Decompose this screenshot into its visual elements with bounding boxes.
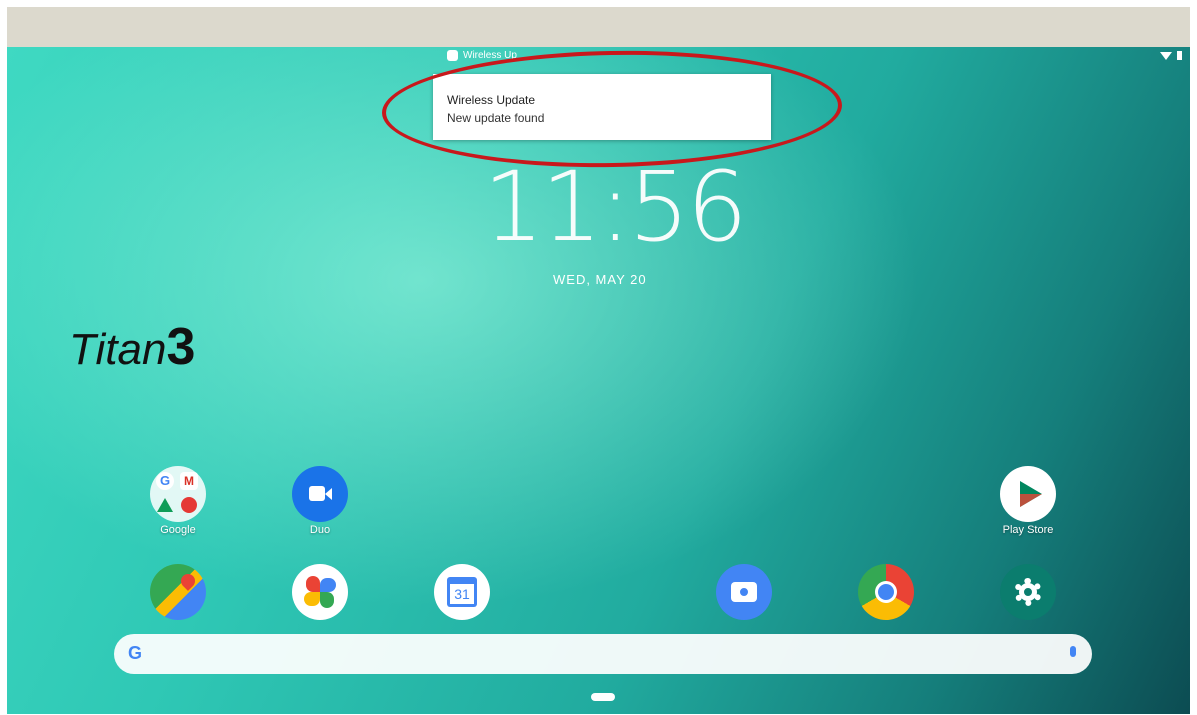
calendar-icon: 31 [434,564,490,620]
app-play-store[interactable]: Play Store [993,466,1063,536]
app-photos[interactable] [285,564,355,620]
calendar-day: 31 [450,584,474,604]
google-logo-icon: G [128,643,143,663]
app-camera[interactable] [709,564,779,620]
app-calendar[interactable]: 31 [427,564,497,620]
app-label: Play Store [1002,524,1054,536]
brand-name: Titan [69,325,167,374]
app-label: Google [160,524,196,536]
home-screen: Wireless Up Wireless Update New update f… [7,47,1190,714]
settings-icon [1000,564,1056,620]
brand-number: 3 [166,318,196,376]
notification-app-icon [447,50,458,61]
camera-icon [716,564,772,620]
wifi-icon [1160,51,1172,60]
photos-icon [292,564,348,620]
play-store-icon [1000,466,1056,522]
app-google-folder[interactable]: G M Google [143,466,213,536]
app-settings[interactable] [993,564,1063,620]
clock-date[interactable]: WED, MAY 20 [553,272,647,287]
battery-icon [1177,51,1182,60]
brand-logo: Titan3 [69,317,195,377]
google-search-bar[interactable]: G [114,634,1092,674]
microphone-icon[interactable] [1070,646,1076,657]
window-top-bar [7,7,1190,47]
app-maps[interactable] [143,564,213,620]
duo-icon [292,466,348,522]
app-duo[interactable]: Duo [285,466,355,536]
clock-time[interactable]: 11:56 [483,159,748,255]
maps-icon [150,564,206,620]
home-gesture-pill[interactable] [591,693,615,701]
app-label: Duo [309,524,331,536]
chrome-icon [858,564,914,620]
status-icons [1160,51,1182,60]
google-folder-icon: G M [150,466,206,522]
app-chrome[interactable] [851,564,921,620]
